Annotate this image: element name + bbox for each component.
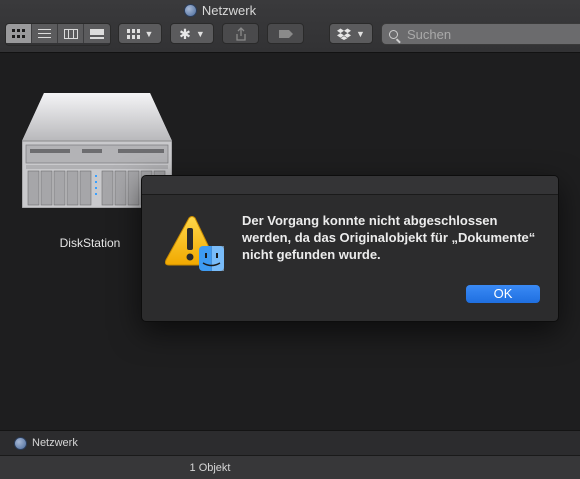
search-field[interactable] <box>381 23 580 45</box>
gallery-view-button[interactable] <box>84 24 110 43</box>
list-icon <box>38 29 51 38</box>
dropbox-icon <box>337 28 352 40</box>
share-button[interactable] <box>222 23 259 44</box>
chevron-down-icon: ▼ <box>195 28 205 39</box>
ok-button[interactable]: OK <box>466 285 540 303</box>
status-bar: 1 Objekt <box>0 455 580 479</box>
icon-view-button[interactable] <box>6 24 32 43</box>
column-view-button[interactable] <box>58 24 84 43</box>
warning-finder-icon <box>165 216 224 271</box>
title-bar: Netzwerk ▼ ✱ ▼ ▼ Suchen <box>0 0 580 53</box>
path-bar: Netzwerk <box>0 430 580 455</box>
error-dialog: Der Vorgang konnte nicht abgeschlossen w… <box>141 175 559 322</box>
dropbox-button[interactable]: ▼ <box>329 23 373 44</box>
columns-icon <box>63 28 78 39</box>
network-globe-icon <box>183 4 197 17</box>
network-globe-icon <box>14 436 27 450</box>
search-icon <box>389 29 398 39</box>
list-view-button[interactable] <box>32 24 58 43</box>
path-bar-item-netzwerk[interactable]: Netzwerk <box>32 437 78 449</box>
view-mode-segmented-control <box>5 23 111 46</box>
tag-icon <box>278 29 293 38</box>
search-input[interactable] <box>407 26 567 42</box>
diskstation-label[interactable]: DiskStation <box>40 236 140 250</box>
action-menu-button[interactable]: ✱ ▼ <box>170 23 214 44</box>
group-grid-icon <box>126 28 140 39</box>
tag-button[interactable] <box>267 23 304 44</box>
dialog-message: Der Vorgang konnte nicht abgeschlossen w… <box>242 213 536 262</box>
dialog-header-strip <box>142 176 558 195</box>
gallery-icon <box>90 28 104 39</box>
grid-icon <box>12 29 25 38</box>
gear-icon: ✱ <box>179 25 191 42</box>
share-icon <box>235 26 246 41</box>
chevron-down-icon: ▼ <box>356 28 365 39</box>
group-by-button[interactable]: ▼ <box>118 23 162 44</box>
window-title-text: Netzwerk <box>201 3 257 18</box>
chevron-down-icon: ▼ <box>144 28 154 39</box>
window-title: Netzwerk <box>0 3 440 18</box>
item-count: 1 Objekt <box>189 461 231 474</box>
